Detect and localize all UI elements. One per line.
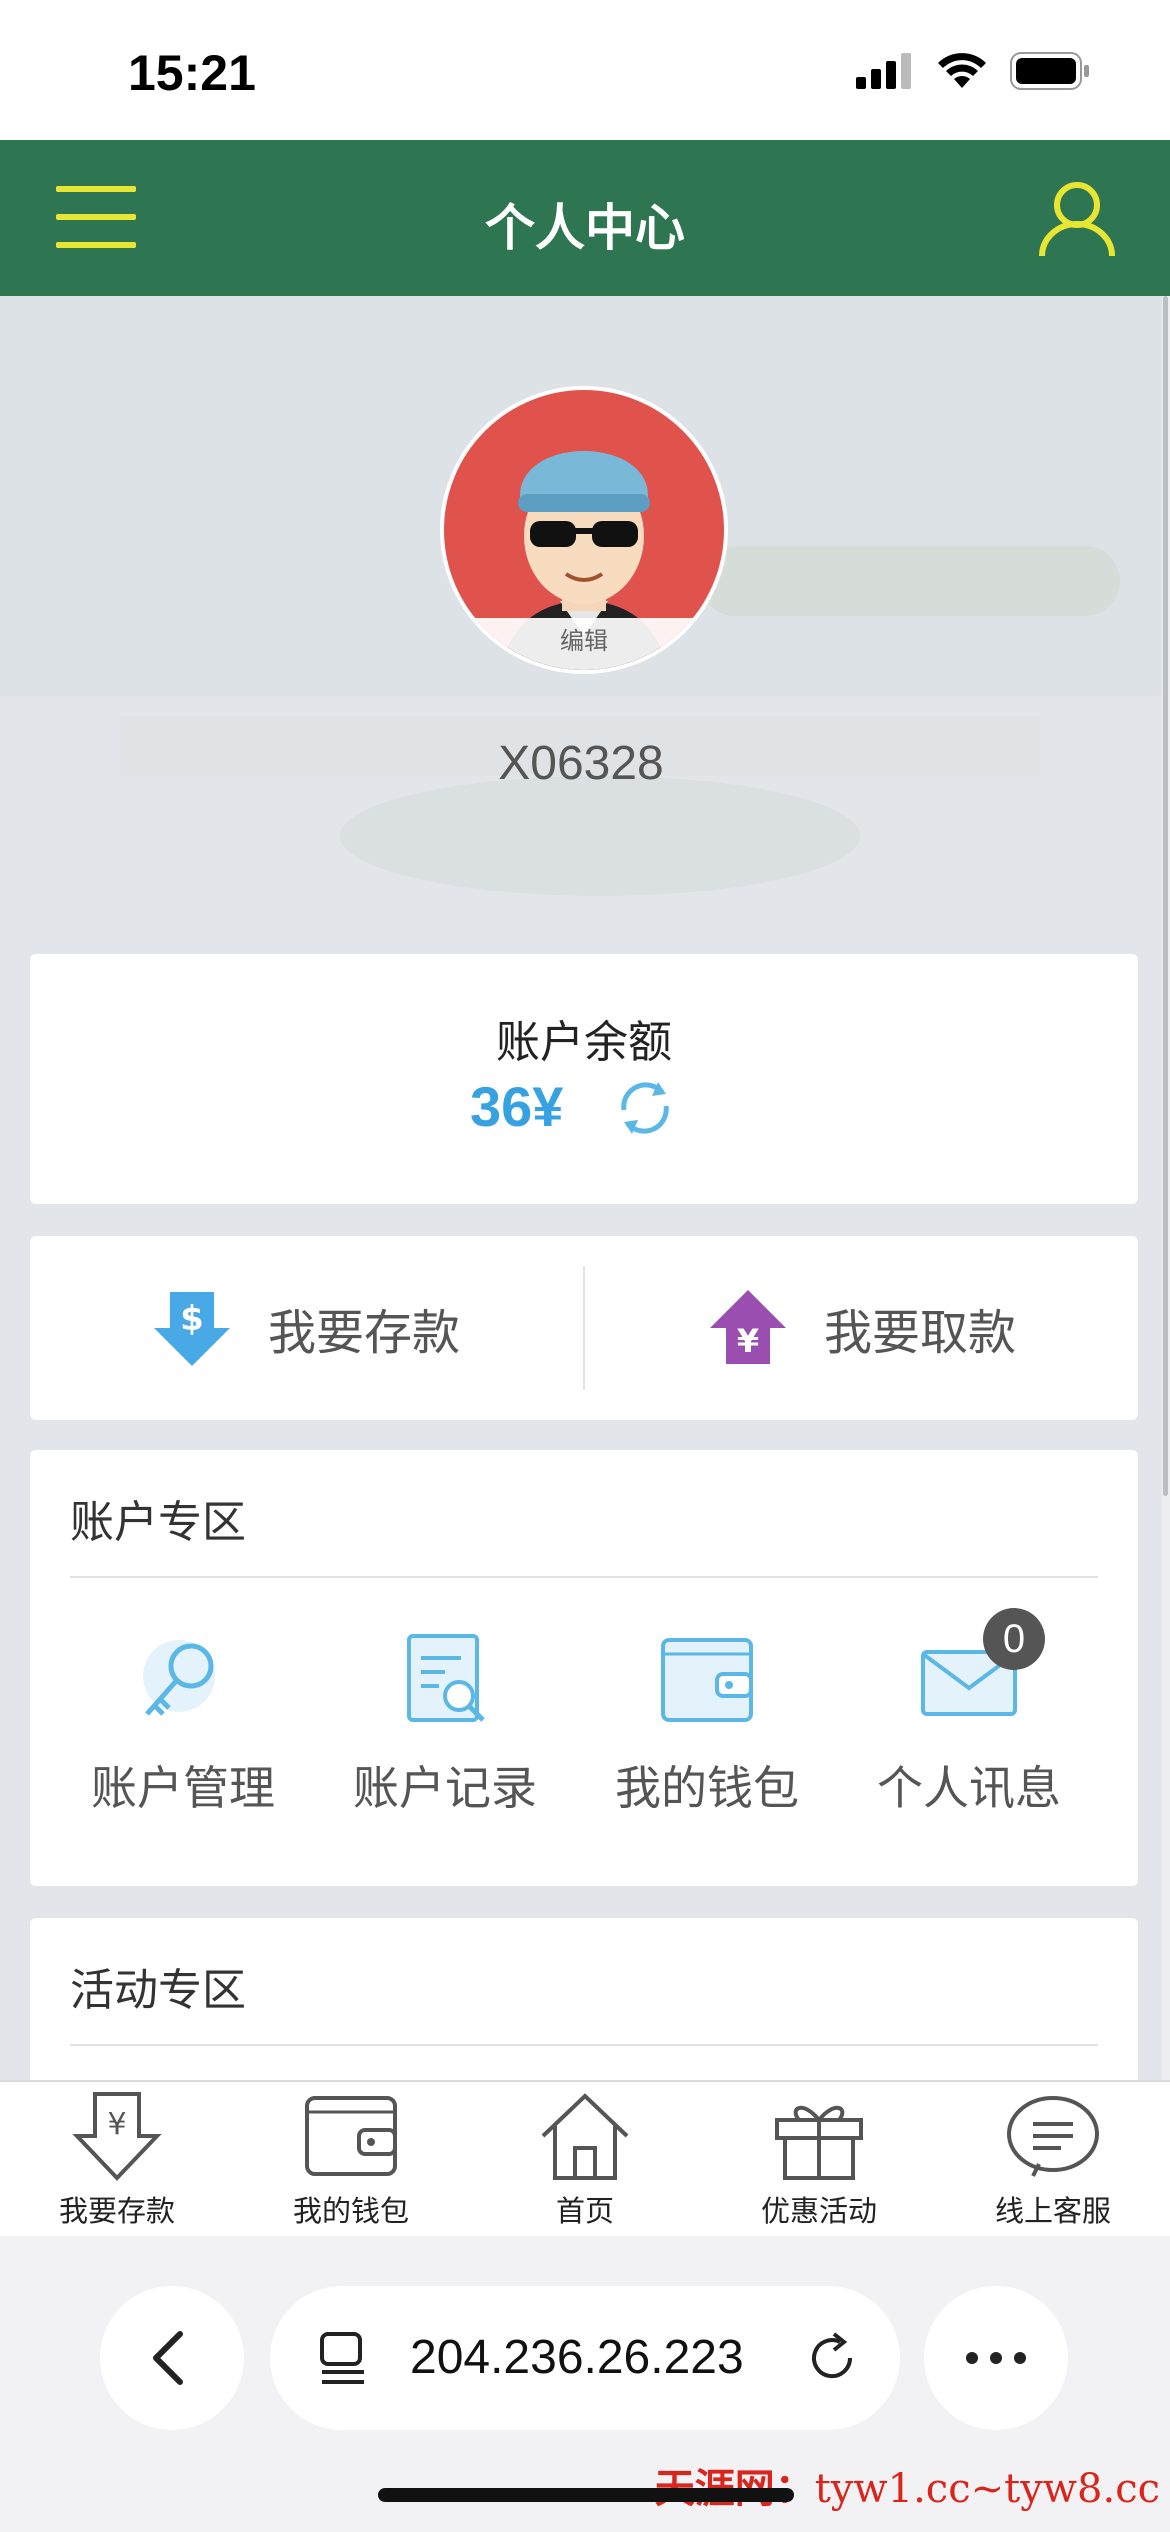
tab-deposit[interactable]: ¥ 我要存款 <box>0 2090 234 2230</box>
status-icons <box>856 52 1090 90</box>
refresh-icon <box>621 1082 669 1134</box>
my-wallet-label: 我的钱包 <box>615 1761 799 1815</box>
balance-label: 账户余额 <box>496 1017 672 1068</box>
chevron-left-icon <box>153 2331 183 2385</box>
svg-text:¥: ¥ <box>737 1322 759 1360</box>
withdraw-button[interactable]: ¥ 我要取款 <box>586 1236 1138 1420</box>
reload-icon[interactable] <box>804 2328 864 2388</box>
svg-text:$: $ <box>180 1299 204 1339</box>
tab-home[interactable]: 首页 <box>468 2090 702 2230</box>
actions-divider <box>583 1266 585 1390</box>
balance-amount: 36¥ <box>470 1075 564 1138</box>
more-dots-icon <box>966 2352 1026 2364</box>
user-button[interactable] <box>1036 178 1118 260</box>
chat-icon <box>1007 2096 1099 2177</box>
home-indicator <box>378 2488 794 2502</box>
battery-icon <box>1010 52 1089 90</box>
user-icon <box>1039 182 1115 257</box>
status-bar: 15:21 <box>0 0 1170 140</box>
svg-text:¥: ¥ <box>107 2107 126 2142</box>
balance-card: 账户余额 36¥ <box>30 954 1138 1204</box>
avatar[interactable]: 编辑 <box>440 386 728 674</box>
wifi-icon <box>938 53 986 88</box>
deposit-button[interactable]: $ 我要存款 <box>30 1236 582 1420</box>
account-records-label: 账户记录 <box>353 1761 537 1815</box>
reader-menu-icon <box>320 2332 364 2384</box>
main-content: 编辑 X06328 账户余额 36¥ $ 我要存款 ¥ 我要取款 账户专区 账户… <box>0 296 1162 2080</box>
quick-actions: $ 我要存款 ¥ 我要取款 <box>30 1236 1138 1420</box>
tab-wallet-label: 我的钱包 <box>292 2194 409 2228</box>
tab-promotions[interactable]: 优惠活动 <box>702 2090 936 2230</box>
username: X06328 <box>498 737 664 790</box>
watermark: 天涯网：tyw1.cc~tyw8.cc <box>655 2456 1160 2514</box>
account-management-item[interactable]: 账户管理 <box>52 1630 314 1818</box>
more-button[interactable] <box>924 2286 1068 2430</box>
personal-messages-label: 个人讯息 <box>877 1761 1061 1815</box>
account-zone: 账户专区 账户管理 账户记录 我的钱包 0 个人讯息 <box>30 1450 1138 1886</box>
url-text: 204.236.26.223 <box>410 2331 744 2384</box>
tab-deposit-label: 我要存款 <box>58 2194 175 2228</box>
my-wallet-item[interactable]: 我的钱包 <box>576 1630 838 1818</box>
document-search-icon <box>407 1634 485 1722</box>
account-zone-divider <box>70 1576 1098 1578</box>
account-management-label: 账户管理 <box>91 1761 275 1815</box>
tab-customer-service[interactable]: 线上客服 <box>936 2090 1170 2230</box>
cellular-signal-icon <box>856 53 911 89</box>
withdraw-label: 我要取款 <box>823 1305 1016 1361</box>
bottom-tab-bar: ¥ 我要存款 我的钱包 首页 优惠活动 线上客服 <box>0 2080 1170 2236</box>
scrollbar-thumb[interactable] <box>1163 296 1168 1496</box>
key-search-icon <box>143 1640 215 1716</box>
gift-icon <box>775 2106 863 2180</box>
address-bar[interactable]: 204.236.26.223 <box>270 2286 900 2430</box>
deposit-arrow-icon: $ <box>153 1292 230 1366</box>
deposit-label: 我要存款 <box>267 1305 460 1361</box>
back-button[interactable] <box>100 2286 244 2430</box>
status-time: 15:21 <box>128 45 256 101</box>
account-zone-title: 账户专区 <box>70 1497 246 1548</box>
account-records-item[interactable]: 账户记录 <box>314 1630 576 1818</box>
refresh-button[interactable] <box>610 1072 680 1142</box>
wallet-icon <box>305 2096 397 2176</box>
wallet-icon <box>661 1638 753 1722</box>
personal-messages-item[interactable]: 0 个人讯息 <box>838 1608 1100 1818</box>
unread-badge: 0 <box>983 1608 1045 1670</box>
tab-wallet[interactable]: 我的钱包 <box>234 2090 468 2230</box>
deposit-icon: ¥ <box>72 2092 162 2181</box>
tab-home-label: 首页 <box>555 2194 614 2228</box>
tab-customer-service-label: 线上客服 <box>994 2194 1111 2228</box>
home-icon <box>541 2093 629 2180</box>
watermark-domains: tyw1.cc~tyw8.cc <box>814 2466 1160 2512</box>
page-title: 个人中心 <box>485 199 685 257</box>
withdraw-arrow-icon: ¥ <box>709 1290 786 1364</box>
app-header: 个人中心 <box>0 140 1170 296</box>
activity-zone-title: 活动专区 <box>70 1965 246 2016</box>
avatar-edit-label[interactable]: 编辑 <box>444 618 724 670</box>
tab-promotions-label: 优惠活动 <box>760 2194 877 2228</box>
activity-zone: 活动专区 <box>30 1918 1138 2080</box>
activity-zone-divider <box>70 2044 1098 2046</box>
page-scrollbar[interactable] <box>1162 296 1170 2080</box>
